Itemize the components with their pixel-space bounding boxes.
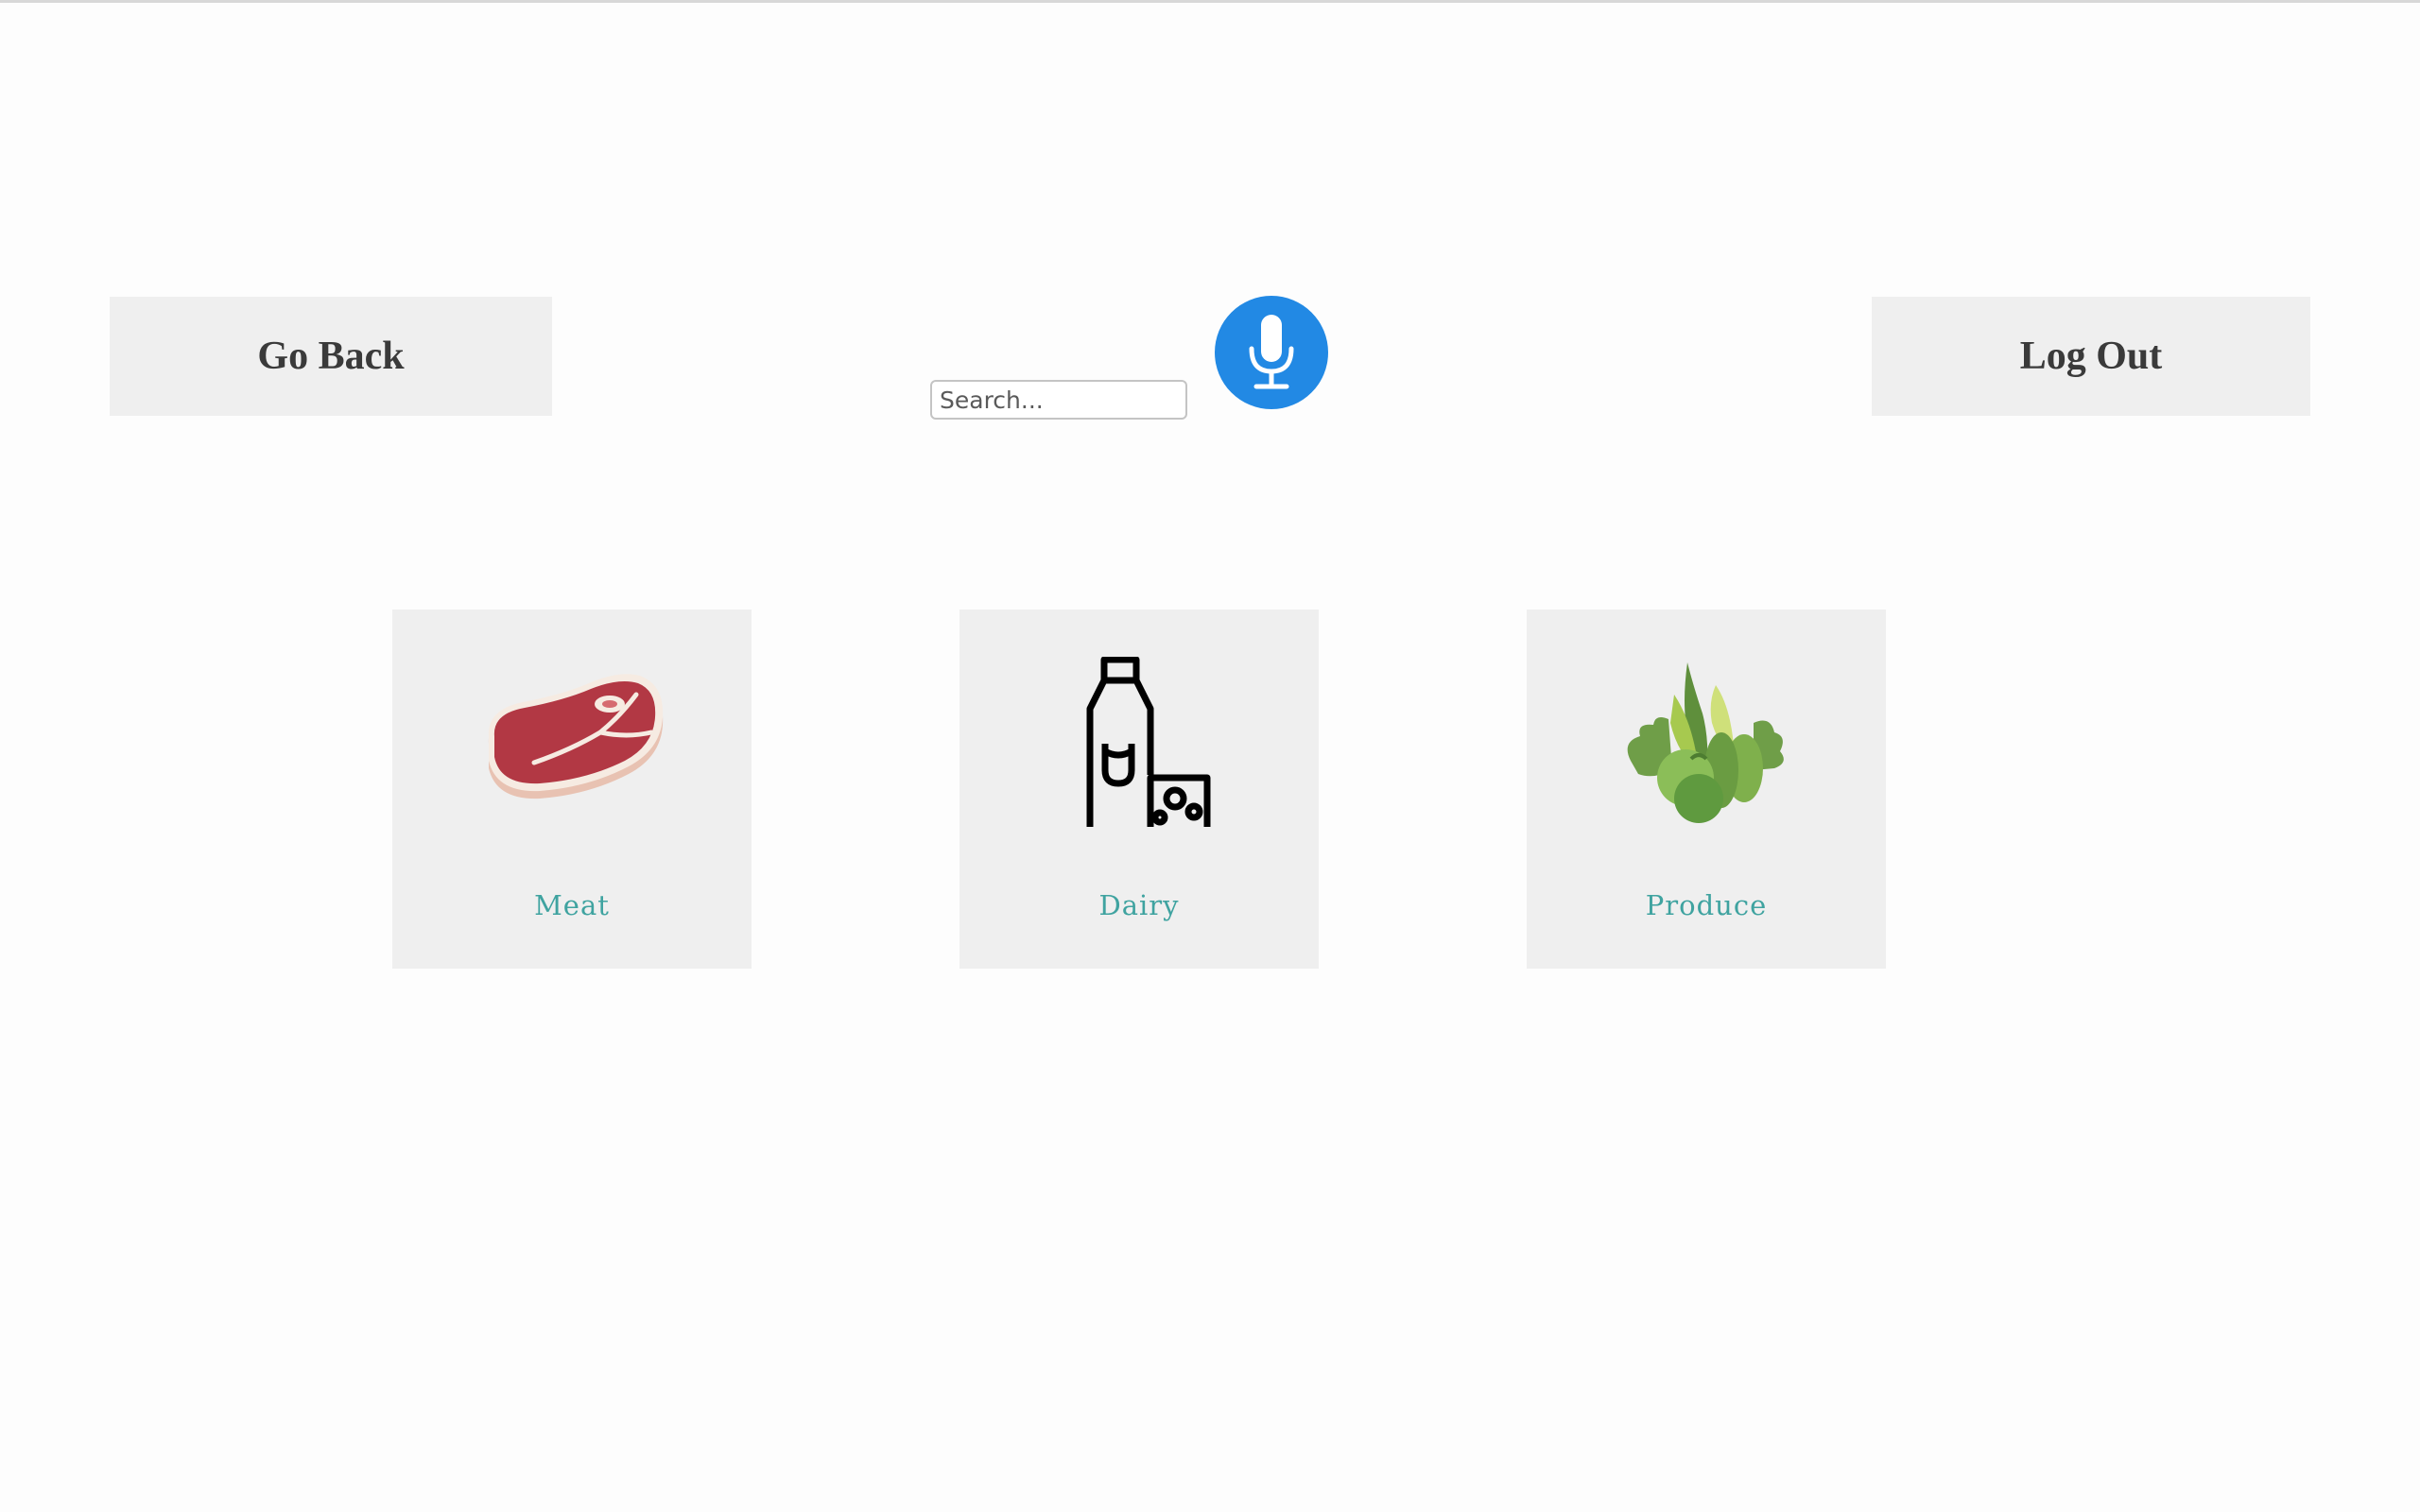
log-out-button[interactable]: Log Out bbox=[1872, 297, 2310, 416]
voice-search-button[interactable] bbox=[1215, 296, 1328, 409]
go-back-button[interactable]: Go Back bbox=[110, 297, 552, 416]
category-card-meat[interactable]: Meat bbox=[392, 610, 752, 969]
category-card-produce[interactable]: Produce bbox=[1527, 610, 1886, 969]
microphone-icon bbox=[1249, 315, 1294, 389]
category-label: Produce bbox=[1645, 889, 1768, 921]
category-label: Meat bbox=[534, 889, 610, 921]
top-divider bbox=[0, 0, 2420, 3]
milk-cheese-icon bbox=[1086, 657, 1211, 827]
steak-icon bbox=[488, 674, 664, 799]
vegetables-icon bbox=[1627, 662, 1784, 823]
category-label: Dairy bbox=[1098, 889, 1180, 921]
category-card-dairy[interactable]: Dairy bbox=[959, 610, 1319, 969]
search-input[interactable] bbox=[930, 380, 1187, 420]
